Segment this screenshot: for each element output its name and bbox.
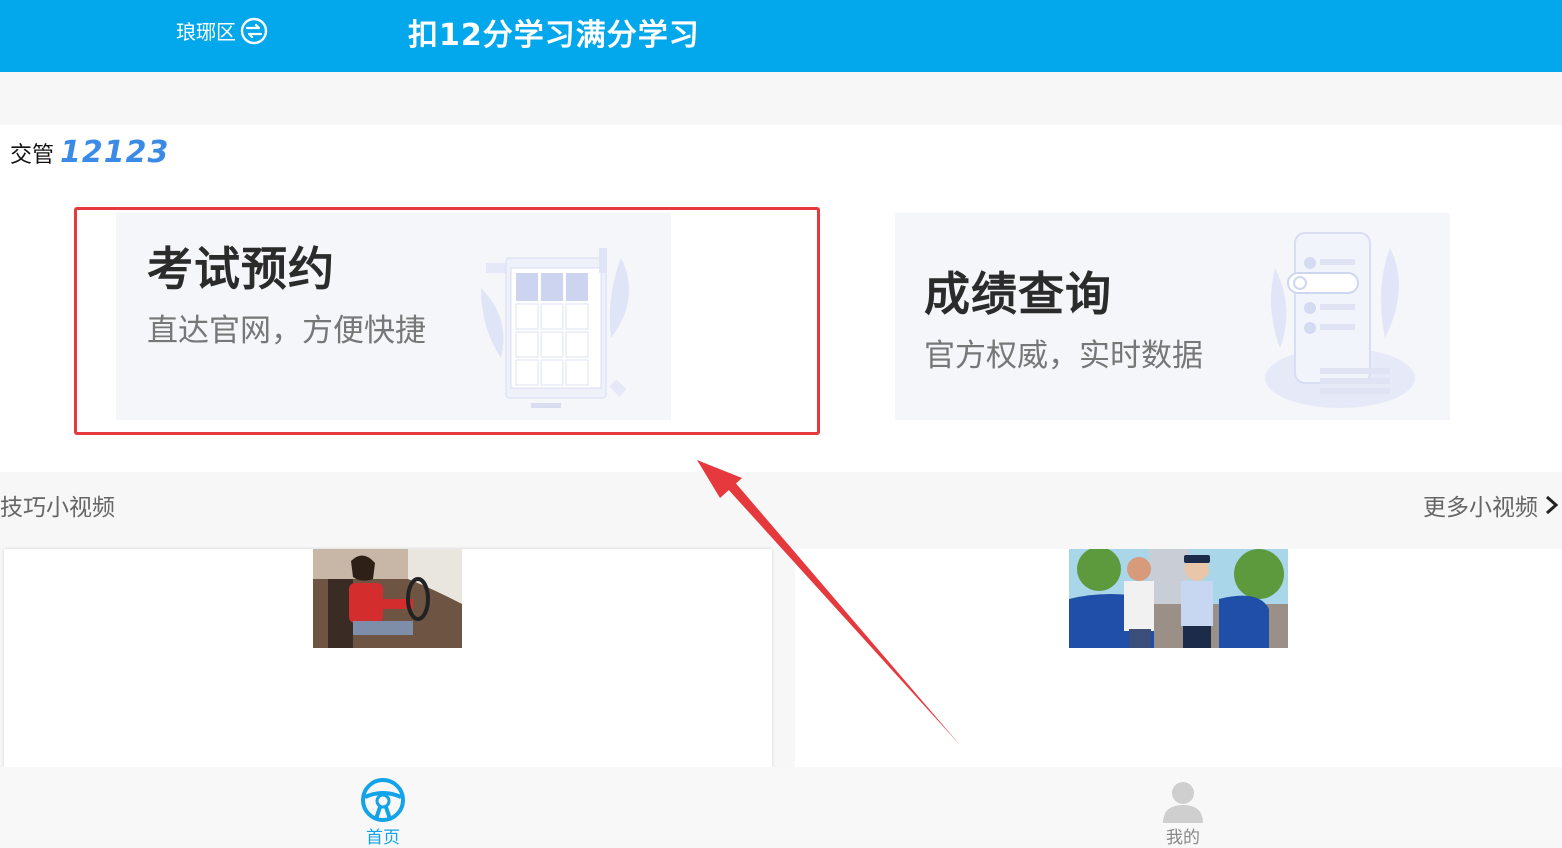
video-card[interactable] <box>795 549 1562 779</box>
card-subtitle: 官方权威，实时数据 <box>924 338 1203 374</box>
brand-text: 交管 <box>10 142 55 168</box>
brand-number: 12123 <box>60 135 170 170</box>
steering-wheel-icon <box>361 778 405 822</box>
video-section-header: 技巧小视频 更多小视频 <box>0 480 1562 530</box>
highlight-box <box>74 207 820 435</box>
chevron-right-icon <box>1546 495 1559 515</box>
phone-list-illustration-icon <box>1265 232 1415 408</box>
card-title: 成绩查询 <box>924 267 1112 321</box>
police-checking-driver-thumbnail <box>1069 549 1288 648</box>
video-card[interactable] <box>4 549 772 779</box>
section-title: 技巧小视频 <box>0 495 115 521</box>
score-query-card[interactable]: 成绩查询 官方权威，实时数据 <box>895 213 1450 420</box>
tab-label: 我的 <box>1166 828 1200 848</box>
tab-mine[interactable]: 我的 <box>1155 777 1211 848</box>
app-header: 琅琊区 扣12分学习满分学习 <box>0 0 1562 72</box>
city-selector[interactable]: 琅琊区 <box>176 16 268 45</box>
driver-in-car-thumbnail <box>313 549 462 648</box>
page-title: 扣12分学习满分学习 <box>408 18 700 53</box>
bottom-tab-bar: 首页 我的 <box>0 767 1562 848</box>
switch-icon <box>240 17 268 45</box>
tab-label: 首页 <box>366 828 400 848</box>
user-icon <box>1163 782 1203 823</box>
tab-home[interactable]: 首页 <box>355 777 411 848</box>
city-name: 琅琊区 <box>176 20 236 44</box>
brand-logo: 交管 12123 <box>10 135 169 170</box>
more-videos-label: 更多小视频 <box>1423 495 1538 521</box>
more-videos-link[interactable]: 更多小视频 <box>1423 488 1562 522</box>
